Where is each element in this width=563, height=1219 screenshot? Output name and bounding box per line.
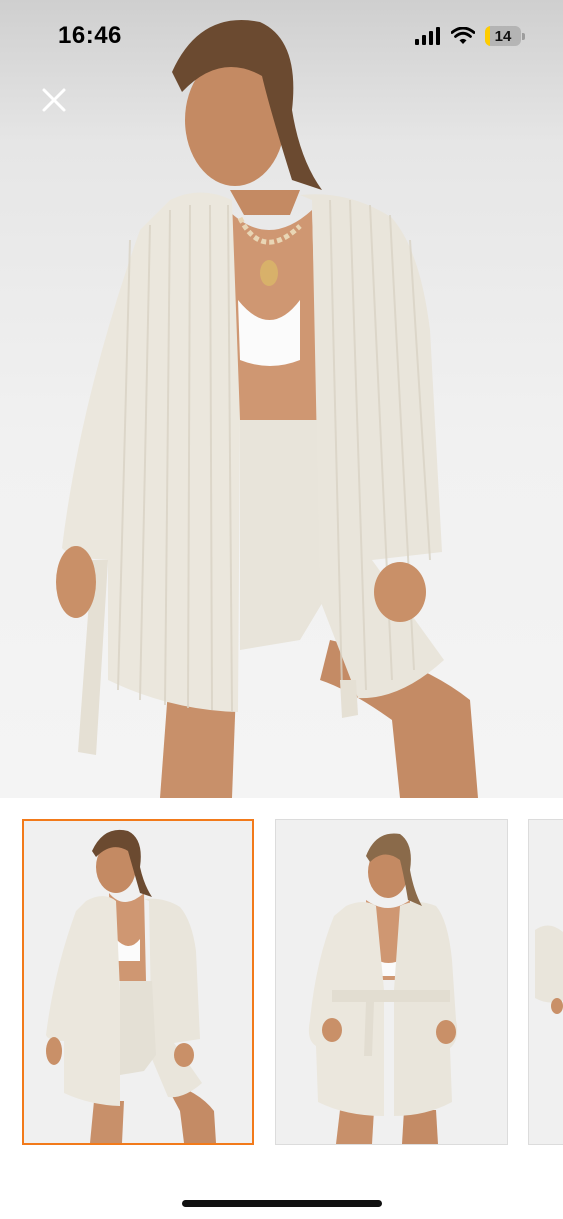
close-button[interactable] [36,82,72,118]
thumbnail-image-belted-kimono [276,820,507,1144]
thumbnail-3[interactable] [528,819,563,1145]
signal-icon [415,27,441,45]
wifi-icon [451,27,475,45]
battery-indicator: 14 [485,26,521,46]
close-icon [42,88,66,112]
status-time: 16:46 [58,22,122,49]
main-product-image[interactable]: 16:46 14 [0,0,563,798]
status-bar: 16:46 14 [0,0,563,80]
model-photo [56,20,478,798]
thumbnail-image-partial [529,820,563,1144]
home-indicator[interactable] [182,1200,382,1207]
thumbnail-1[interactable] [22,819,254,1145]
thumbnail-gallery[interactable] [0,798,563,1219]
battery-level: 14 [494,27,512,45]
battery-icon: 14 [485,26,525,46]
status-icons: 14 [415,26,525,46]
battery-fill [485,26,491,46]
thumbnail-2[interactable] [275,819,508,1145]
battery-nub [522,32,525,40]
thumbnail-image-open-kimono [24,821,252,1143]
